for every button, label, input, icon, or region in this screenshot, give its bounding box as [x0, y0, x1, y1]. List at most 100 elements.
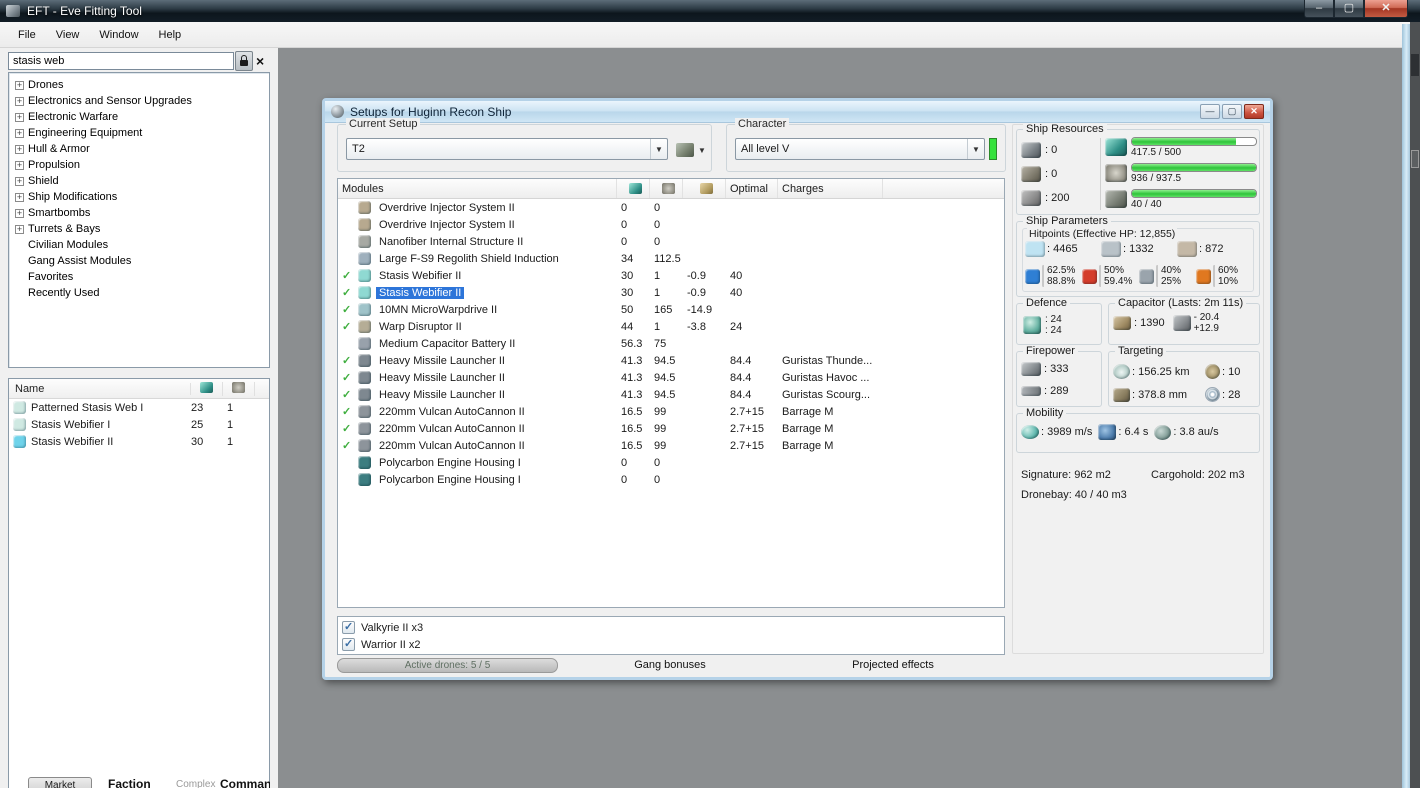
- minimize-button[interactable]: [1304, 0, 1334, 18]
- scrollbar-thumb[interactable]: [1411, 150, 1419, 168]
- tree-item[interactable]: Propulsion: [13, 157, 269, 173]
- tree-item[interactable]: Drones: [13, 77, 269, 93]
- projected-effects-label[interactable]: Projected effects: [823, 659, 963, 671]
- result-row[interactable]: Stasis Webifier II 30 1: [9, 433, 269, 450]
- setup-minimize-button[interactable]: —: [1200, 104, 1220, 119]
- powergrid-icon: [661, 183, 675, 194]
- module-row[interactable]: Polycarbon Engine Housing I 0 0: [338, 454, 1004, 471]
- expand-plus-icon[interactable]: [15, 191, 24, 203]
- capacitor-column-header[interactable]: [683, 179, 726, 198]
- menu-item[interactable]: Help: [149, 26, 192, 44]
- module-row[interactable]: 220mm Vulcan AutoCannon II 16.5 99 2.7+1…: [338, 420, 1004, 437]
- search-clear-icon[interactable]: [256, 52, 264, 70]
- chevron-down-icon[interactable]: [967, 139, 984, 159]
- setup-restore-button[interactable]: ▢: [1222, 104, 1242, 119]
- expand-plus-icon[interactable]: [15, 223, 24, 235]
- calibration-icon: [1021, 190, 1041, 206]
- module-row[interactable]: Heavy Missile Launcher II 41.3 94.5 84.4…: [338, 386, 1004, 403]
- powergrid-column-header[interactable]: [223, 381, 255, 396]
- tree-item[interactable]: Shield: [13, 173, 269, 189]
- cpu-column-header[interactable]: [191, 381, 223, 396]
- tree-item[interactable]: Electronic Warfare: [13, 109, 269, 125]
- launcher-hardpoint-icon: [1021, 166, 1041, 182]
- result-row[interactable]: Patterned Stasis Web I 23 1: [9, 399, 269, 416]
- setup-window-titlebar[interactable]: Setups for Huginn Recon Ship — ▢ ✕: [325, 101, 1270, 123]
- optimal-column-header[interactable]: Optimal: [726, 179, 778, 198]
- ship-select-button[interactable]: [676, 140, 710, 160]
- cpu-icon: [628, 183, 642, 194]
- drone-checkbox[interactable]: [342, 637, 355, 651]
- active-drones-button[interactable]: Active drones: 5 / 5: [337, 658, 558, 673]
- chevron-down-icon[interactable]: [698, 146, 706, 155]
- module-row[interactable]: Nanofiber Internal Structure II 0 0: [338, 233, 1004, 250]
- cpu-column-header[interactable]: [617, 179, 650, 198]
- drone-checkbox[interactable]: [342, 620, 355, 634]
- scrollbar-button[interactable]: [1411, 54, 1419, 76]
- module-row[interactable]: Stasis Webifier II 30 1 -0.9 40: [338, 267, 1004, 284]
- damage-type-icon: [1082, 268, 1097, 284]
- charges-column-header[interactable]: Charges: [778, 179, 883, 198]
- module-row[interactable]: Warp Disruptor II 44 1 -3.8 24: [338, 318, 1004, 335]
- modules-column-header[interactable]: Modules: [338, 179, 617, 198]
- module-row[interactable]: Overdrive Injector System II 0 0: [338, 199, 1004, 216]
- browser-tab[interactable]: Commands: [220, 777, 270, 788]
- powergrid-icon: [232, 381, 245, 393]
- browser-tab[interactable]: Faction: [108, 777, 151, 788]
- module-row[interactable]: Heavy Missile Launcher II 41.3 94.5 84.4…: [338, 352, 1004, 369]
- maximize-button[interactable]: [1334, 0, 1364, 18]
- tree-item[interactable]: Recently Used: [13, 285, 269, 301]
- menu-item[interactable]: View: [46, 26, 90, 44]
- tree-item[interactable]: Smartbombs: [13, 205, 269, 221]
- module-row[interactable]: Polycarbon Engine Housing I 0 0: [338, 471, 1004, 488]
- module-row[interactable]: Overdrive Injector System II 0 0: [338, 216, 1004, 233]
- targeting-range-icon: [1113, 364, 1130, 379]
- module-row[interactable]: Medium Capacitor Battery II 56.3 75: [338, 335, 1004, 352]
- modules-table-header: Modules Optimal Charges: [338, 179, 1004, 199]
- expand-plus-icon[interactable]: [15, 143, 24, 155]
- expand-plus-icon[interactable]: [15, 207, 24, 219]
- module-row[interactable]: Heavy Missile Launcher II 41.3 94.5 84.4…: [338, 369, 1004, 386]
- drone-row[interactable]: Valkyrie II x3: [338, 619, 1004, 636]
- fitted-check-icon: [342, 303, 356, 316]
- close-button[interactable]: [1364, 0, 1408, 18]
- close-icon: ✕: [1250, 106, 1258, 116]
- tree-item[interactable]: Hull & Armor: [13, 141, 269, 157]
- module-row[interactable]: 220mm Vulcan AutoCannon II 16.5 99 2.7+1…: [338, 437, 1004, 454]
- chevron-down-icon[interactable]: [650, 139, 667, 159]
- tree-item[interactable]: Turrets & Bays: [13, 221, 269, 237]
- browser-tab[interactable]: Market: [28, 777, 92, 788]
- drone-row[interactable]: Warrior II x2: [338, 636, 1004, 653]
- divider: [1156, 265, 1159, 287]
- browser-tab[interactable]: Complex: [176, 779, 215, 788]
- tree-item[interactable]: Electronics and Sensor Upgrades: [13, 93, 269, 109]
- name-column-header[interactable]: Name: [9, 382, 191, 395]
- module-row[interactable]: Stasis Webifier II 30 1 -0.9 40: [338, 284, 1004, 301]
- module-row[interactable]: Large F-S9 Regolith Shield Induction 34 …: [338, 250, 1004, 267]
- tree-item[interactable]: Gang Assist Modules: [13, 253, 269, 269]
- module-row[interactable]: 220mm Vulcan AutoCannon II 16.5 99 2.7+1…: [338, 403, 1004, 420]
- resource-icon: [1105, 164, 1127, 182]
- search-lock-button[interactable]: [235, 51, 253, 71]
- menu-item[interactable]: File: [8, 26, 46, 44]
- powergrid-column-header[interactable]: [650, 179, 683, 198]
- expand-plus-icon[interactable]: [15, 95, 24, 107]
- character-dropdown[interactable]: All level V: [735, 138, 985, 160]
- setup-close-button[interactable]: ✕: [1244, 104, 1264, 119]
- tree-item[interactable]: Engineering Equipment: [13, 125, 269, 141]
- expand-plus-icon[interactable]: [15, 175, 24, 187]
- module-row[interactable]: 10MN MicroWarpdrive II 50 165 -14.9: [338, 301, 1004, 318]
- expand-plus-icon[interactable]: [15, 79, 24, 91]
- search-input[interactable]: [8, 52, 234, 70]
- expand-plus-icon[interactable]: [15, 159, 24, 171]
- minimize-icon: —: [1205, 106, 1215, 116]
- tree-item[interactable]: Favorites: [13, 269, 269, 285]
- result-row[interactable]: Stasis Webifier I 25 1: [9, 416, 269, 433]
- tree-item[interactable]: Ship Modifications: [13, 189, 269, 205]
- divider: [1042, 265, 1045, 287]
- current-setup-dropdown[interactable]: T2: [346, 138, 668, 160]
- menu-item[interactable]: Window: [89, 26, 148, 44]
- tree-item[interactable]: Civilian Modules: [13, 237, 269, 253]
- expand-plus-icon[interactable]: [15, 127, 24, 139]
- gang-bonuses-label[interactable]: Gang bonuses: [605, 659, 735, 671]
- expand-plus-icon[interactable]: [15, 111, 24, 123]
